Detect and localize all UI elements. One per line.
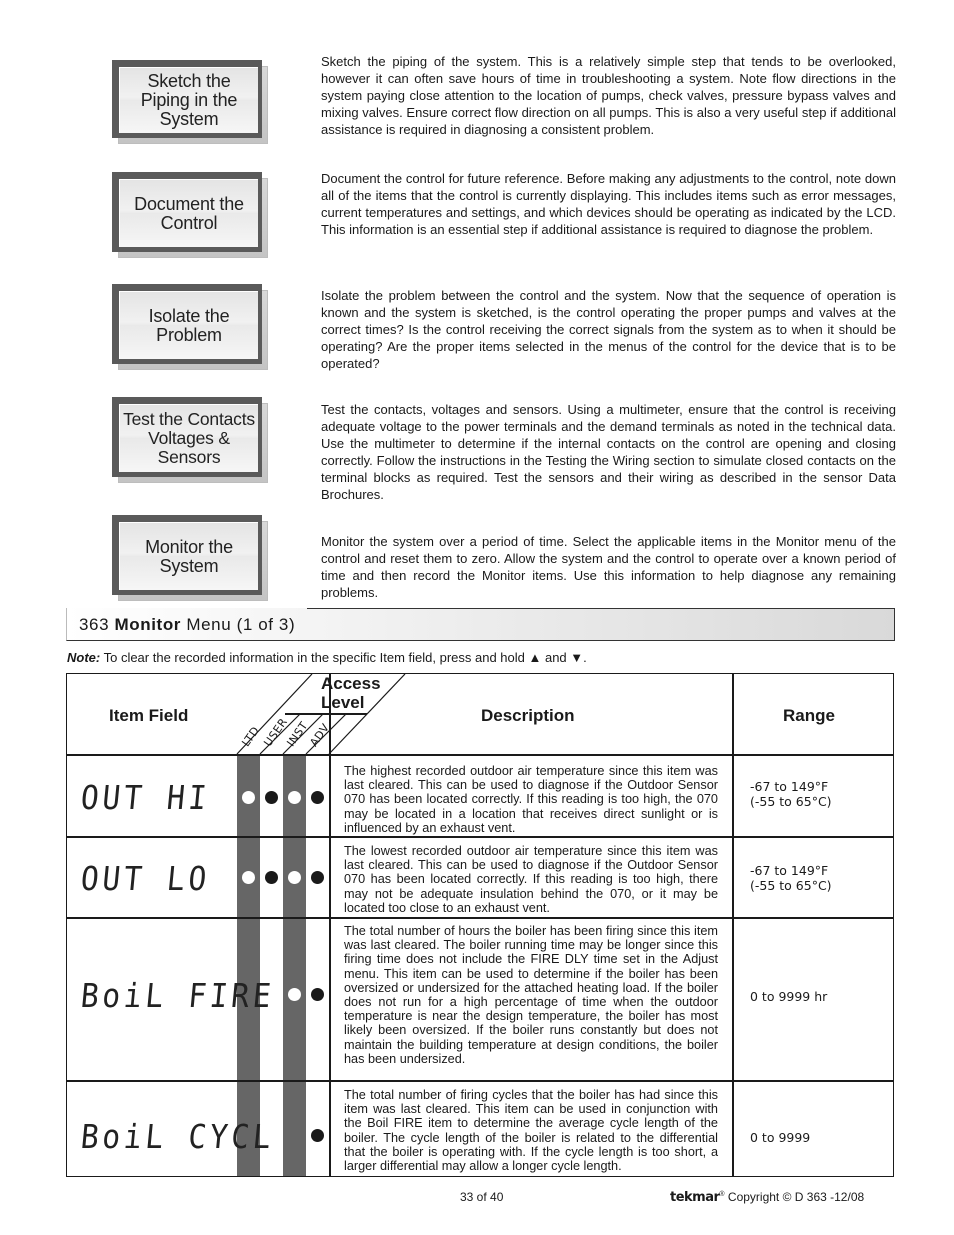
access-dot-ltd — [242, 871, 255, 884]
item-description: The total number of firing cycles that t… — [344, 1088, 718, 1174]
tekmar-logo: tekmar — [670, 1190, 720, 1205]
monitor-menu-table: Item Field Access Level Description Rang… — [66, 673, 894, 1177]
down-arrow-icon: ▼ — [570, 650, 584, 665]
item-description: The total number of hours the boiler has… — [344, 924, 718, 1066]
access-level-header-lines — [236, 674, 406, 755]
step-description: Sketch the piping of the system. This is… — [321, 54, 896, 137]
item-range: 0 to 9999 — [750, 1130, 811, 1145]
access-dot-adv — [311, 791, 324, 804]
note: Note: To clear the recorded information … — [67, 650, 587, 665]
step-label: Test the Contacts Voltages & Sensors — [119, 404, 258, 472]
step-description: Document the control for future referenc… — [321, 171, 896, 237]
lcd-item-field: BoiL FIRE — [79, 976, 277, 1015]
item-range: 0 to 9999 hr — [750, 989, 828, 1004]
note-label: Note: — [67, 650, 101, 665]
step-description: Isolate the problem between the control … — [321, 288, 896, 371]
lcd-item-field: OUT HI — [79, 778, 212, 817]
access-dot-ltd — [242, 791, 255, 804]
row-divider — [67, 836, 893, 838]
access-dot-adv — [311, 1129, 324, 1142]
access-dot-adv — [311, 871, 324, 884]
step-description: Monitor the system over a period of time… — [321, 534, 896, 600]
item-range: -67 to 149°F (-55 to 65°C) — [750, 863, 832, 893]
section-header: 363 Monitor Menu (1 of 3) — [66, 608, 895, 641]
copyright: tekmar® Copyright © D 363 -12/08 — [670, 1190, 865, 1205]
item-description: The lowest recorded outdoor air temperat… — [344, 844, 718, 915]
item-description: The highest recorded outdoor air tempera… — [344, 764, 718, 835]
item-range: -67 to 149°F (-55 to 65°C) — [750, 779, 832, 809]
row-divider — [67, 1080, 893, 1082]
step-label-box: Test the Contacts Voltages & Sensors — [112, 397, 268, 483]
step-label: Sketch the Piping in the System — [119, 67, 258, 133]
access-dot-inst — [288, 791, 301, 804]
step-label: Isolate the Problem — [119, 291, 258, 359]
lcd-item-field: OUT LO — [79, 859, 212, 898]
access-dot-adv — [311, 988, 324, 1001]
step-label: Monitor the System — [119, 522, 258, 590]
access-dot-user — [265, 791, 278, 804]
step-label-box: Isolate the Problem — [112, 284, 268, 370]
access-dot-user — [265, 871, 278, 884]
row-divider — [67, 917, 893, 919]
step-label: Document the Control — [119, 179, 258, 247]
access-dot-inst — [288, 988, 301, 1001]
up-arrow-icon: ▲ — [528, 650, 542, 665]
step-label-box: Sketch the Piping in the System — [112, 60, 268, 144]
step-description: Test the contacts, voltages and sensors.… — [321, 402, 896, 502]
page-number: 33 of 40 — [460, 1190, 504, 1204]
inst-column-bar — [283, 755, 306, 1176]
lcd-item-field: BoiL CYCL — [79, 1117, 277, 1156]
ltd-column-bar — [237, 755, 260, 1176]
step-label-box: Document the Control — [112, 172, 268, 258]
step-label-box: Monitor the System — [112, 515, 268, 601]
section-title: 363 Monitor Menu (1 of 3) — [79, 615, 296, 634]
access-dot-inst — [288, 871, 301, 884]
